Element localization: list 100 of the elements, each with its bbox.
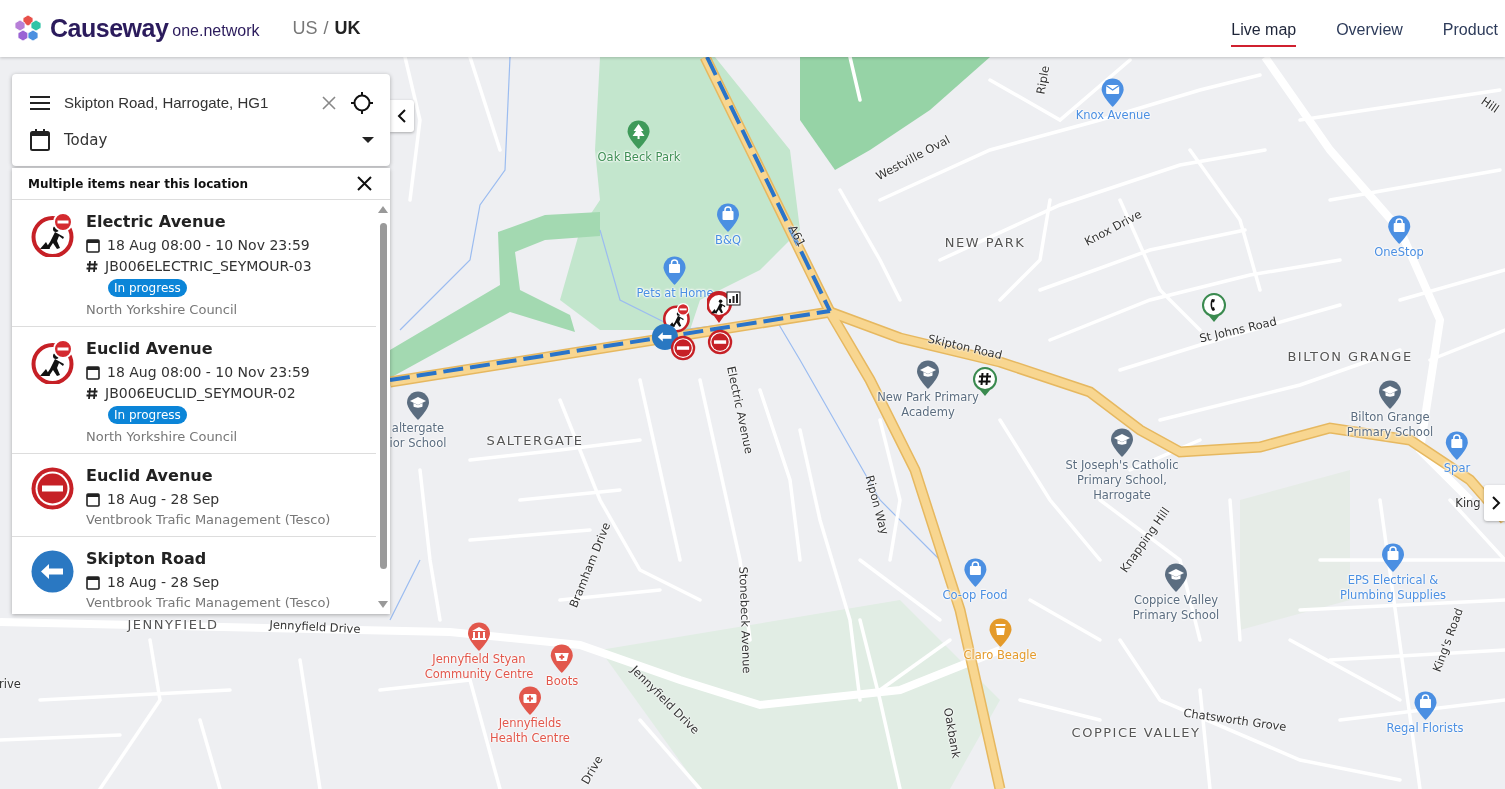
shopping-bag-pin-icon [715,203,741,233]
place-label: Knox Avenue [1075,108,1151,123]
locate-button[interactable] [350,90,374,115]
street-label: Oakbank [940,706,964,760]
area-label: SALTERGATE [486,432,584,450]
place-label: B&Q [715,233,741,248]
close-icon [357,176,372,191]
menu-icon [30,94,50,111]
item-organisation: North Yorkshire Council [86,302,239,317]
close-panel-button[interactable] [357,176,372,191]
region-link[interactable]: UK [334,18,361,39]
item-organisation: Ventbrook Trafic Management (Tesco) [86,595,331,610]
place-label: Jennyfields Health Centre [489,716,571,746]
menu-button[interactable] [30,94,50,111]
brand-name: Causeway [50,14,169,43]
crosshair-icon [350,90,374,115]
status-badge: In progress [108,279,187,297]
clear-button[interactable] [322,95,336,110]
street-label: St Johns Road [1197,314,1279,346]
expand-panel-button[interactable] [1484,485,1505,521]
street-label: King [1455,495,1481,511]
region-separator: / [323,18,329,39]
graduation-cap-pin-icon [1377,380,1403,410]
place-label: OneStop [1374,245,1424,260]
nav-link[interactable]: Product [1442,12,1498,47]
item-dates: 18 Aug 08:00 - 10 Nov 23:59 [107,364,310,380]
shopping-bag-pin-icon [1386,215,1412,245]
no-entry-marker-icon [707,329,733,355]
item-dates: 18 Aug - 28 Sep [107,574,220,590]
place-label: EPS Electrical & Plumbing Supplies [1339,573,1447,603]
building-pin-icon [466,622,492,652]
street-label: rive [0,676,21,692]
date-dropdown[interactable]: Today [64,130,374,149]
region-link[interactable]: US [292,18,318,39]
place-label: Bilton Grange Primary School [1345,410,1435,440]
nav-link[interactable]: Overview [1336,12,1403,47]
hash-icon [86,259,98,273]
street-label: A61 [785,222,809,250]
result-item[interactable]: Euclid Avenue 18 Aug - 28 Sep Ventbrook Trafic Management (Tesco) [12,454,376,537]
item-dates: 18 Aug 08:00 - 10 Nov 23:59 [107,237,310,253]
scroll-down-arrow-icon [378,601,388,608]
medical-bag-pin-icon [517,686,543,716]
area-label: COPPICE VALLEY [1071,724,1201,742]
result-item[interactable]: Euclid Avenue 18 Aug 08:00 - 10 Nov 23:59 JB006EUCLID_SEYMOUR-02 In progress North Yorkshire Council [12,327,376,454]
phone-marker-icon [1200,291,1228,323]
area-label: JENNYFIELD [127,616,219,634]
status-badge: In progress [108,406,187,424]
item-reference: JB006EUCLID_SEYMOUR-02 [105,385,296,401]
street-label: Stonebeck Avenue [735,566,755,674]
search-field[interactable]: Skipton Road, Harrogate, HG1 [64,94,308,111]
no-entry-sign-icon [30,466,75,511]
scroll-up-arrow-icon [378,206,388,213]
street-label: Hill [1478,93,1502,117]
area-label: NEW PARK [944,234,1026,252]
caret-icon [362,136,374,143]
item-title: Euclid Avenue [86,466,214,485]
item-title: Euclid Avenue [86,339,214,358]
collapse-panel-button[interactable] [390,100,414,132]
calendar-icon [86,574,100,590]
result-item[interactable]: Electric Avenue 18 Aug 08:00 - 10 Nov 23:59 JB006ELECTRIC_SEYMOUR-03 In progress North Yorkshire Council [12,200,376,327]
street-label: Skipton Road [926,331,1004,363]
item-organisation: Ventbrook Trafic Management (Tesco) [86,512,331,527]
shopping-bag-pin-icon [1380,543,1406,573]
graduation-cap-pin-icon [1163,563,1189,593]
item-dates: 18 Aug - 28 Sep [107,491,220,507]
graduation-cap-pin-icon [915,360,941,390]
place-label: altergate ior School [388,421,448,451]
left-arrow-sign-icon [30,549,75,594]
item-organisation: North Yorkshire Council [86,429,239,444]
street-label: Riple [1033,64,1053,96]
close-icon [322,95,336,110]
graduation-cap-pin-icon [1109,428,1135,458]
calendar-icon [86,491,100,507]
nav-link[interactable]: Live map [1231,12,1297,47]
result-item[interactable]: Skipton Road 18 Aug - 28 Sep Ventbrook Trafic Management (Tesco) [12,537,376,614]
calendar-icon [30,128,50,151]
place-label: Oak Beck Park [597,150,681,165]
shopping-bag-pin-icon [1444,431,1470,461]
envelope-pin-icon [1100,78,1126,108]
left-arrow-marker-icon [651,323,679,351]
place-label: Boots [545,674,579,689]
street-label: King's Road [1429,606,1467,674]
hash-icon [86,386,98,400]
basket-cross-pin-icon [549,644,575,674]
area-label: BILTON GRANGE [1287,348,1413,366]
street-label: Knox Drive [1081,206,1145,250]
place-label: Pets at Home [636,286,714,301]
street-label: Jennyfield Drive [269,617,361,637]
shopping-bag-pin-icon [1412,691,1438,721]
place-label: St Joseph's Catholic Primary School, Harrogate [1064,458,1180,503]
tree-pin-icon [626,120,652,150]
scrollbar-thumb[interactable] [379,223,387,569]
item-reference: JB006ELECTRIC_SEYMOUR-03 [105,258,312,274]
place-label: Coppice Valley Primary School [1131,593,1221,623]
panel-title: Multiple items near this location [28,176,249,191]
no-entry-marker-icon [670,335,696,361]
street-label: Ripon Way [862,473,892,537]
item-title: Skipton Road [86,549,208,568]
place-label: Regal Florists [1386,721,1464,736]
product-name: one.network [172,21,260,40]
